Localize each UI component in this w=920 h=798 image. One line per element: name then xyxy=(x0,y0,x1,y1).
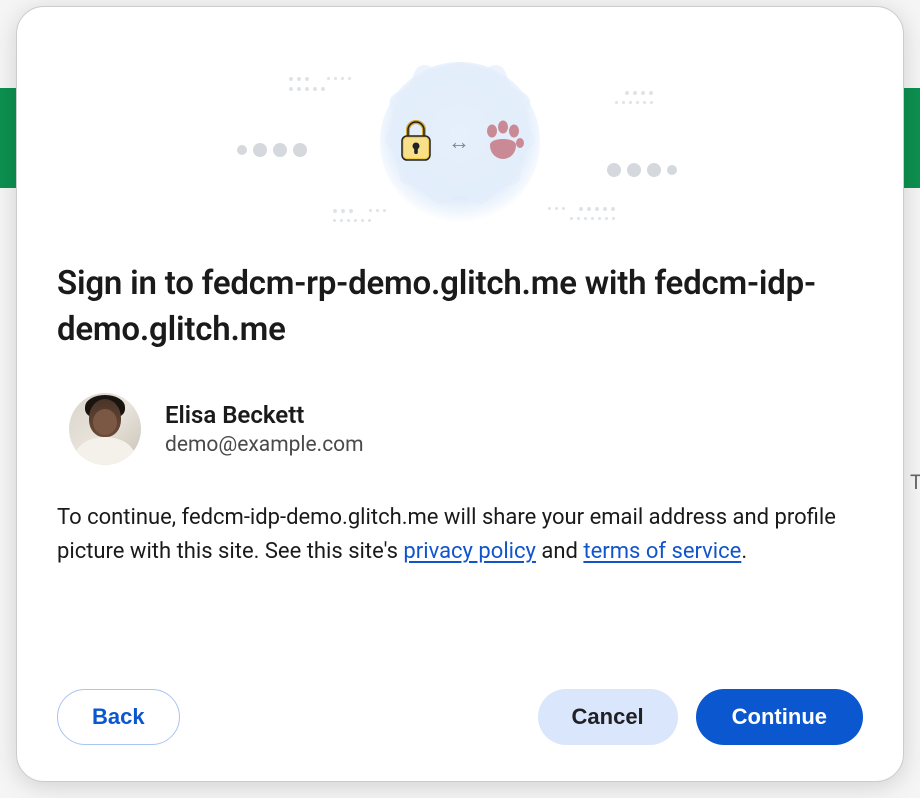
decorative-dashes xyxy=(333,219,371,222)
decorative-dashes xyxy=(615,101,653,104)
dot xyxy=(647,163,661,177)
dot xyxy=(607,163,621,177)
account-email: demo@example.com xyxy=(165,433,364,457)
decorative-dashes xyxy=(625,91,653,95)
continue-button[interactable]: Continue xyxy=(696,689,863,745)
illustration-blob: ↔ xyxy=(380,62,540,222)
disclosure-middle: and xyxy=(536,539,583,564)
dot xyxy=(667,165,677,175)
account-name: Elisa Beckett xyxy=(165,401,364,429)
decorative-dashes xyxy=(548,207,615,211)
back-button[interactable]: Back xyxy=(57,689,180,745)
signin-dialog: ↔ Sign in to fedcm-rp-demo.glitch.me wit… xyxy=(16,6,904,782)
button-row: Back Cancel Continue xyxy=(57,659,863,745)
dot xyxy=(627,163,641,177)
illustration: ↔ xyxy=(57,47,863,237)
dot xyxy=(253,143,267,157)
disclosure-text: To continue, fedcm-idp-demo.glitch.me wi… xyxy=(57,501,863,569)
disclosure-suffix: . xyxy=(741,539,747,564)
decorative-dashes xyxy=(289,87,325,91)
privacy-policy-link[interactable]: privacy policy xyxy=(403,539,536,564)
terms-of-service-link[interactable]: terms of service xyxy=(583,539,741,564)
arrow-icon: ↔ xyxy=(448,129,470,155)
account-text: Elisa Beckett demo@example.com xyxy=(165,401,364,457)
cancel-button[interactable]: Cancel xyxy=(538,689,678,745)
dot xyxy=(237,145,247,155)
decorative-dots xyxy=(607,163,677,177)
dot xyxy=(273,143,287,157)
decorative-dashes xyxy=(570,217,615,220)
dialog-title: Sign in to fedcm-rp-demo.glitch.me with … xyxy=(57,261,863,353)
decorative-dots xyxy=(237,143,307,157)
dot xyxy=(293,143,307,157)
paw-icon xyxy=(482,119,524,165)
background-text: T xyxy=(910,470,920,490)
decorative-dashes xyxy=(289,77,351,81)
account-row: Elisa Beckett demo@example.com xyxy=(69,393,863,465)
lock-icon xyxy=(396,118,436,166)
center-icons: ↔ xyxy=(396,118,524,166)
avatar xyxy=(69,393,141,465)
